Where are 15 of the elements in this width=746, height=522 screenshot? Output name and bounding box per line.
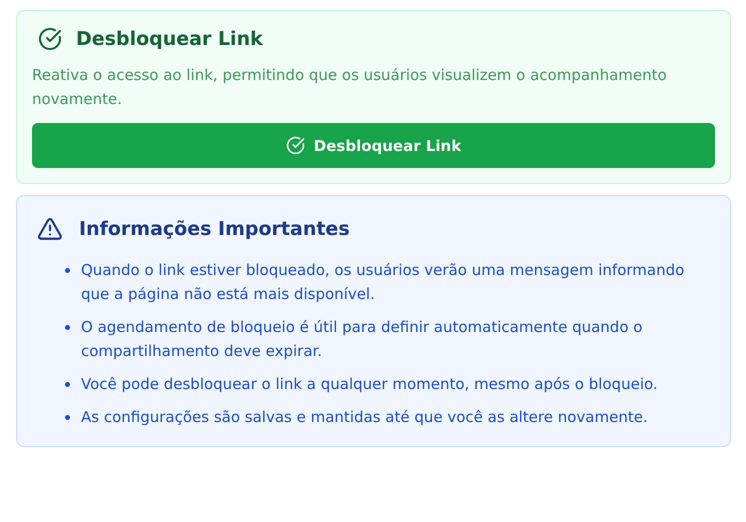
- bullet-icon: [65, 382, 70, 387]
- card-title: Informações Importantes: [79, 218, 350, 240]
- info-item: O agendamento de bloqueio é útil para definir automaticamente quando o compartilhamento deve expirar.: [81, 317, 644, 362]
- info-item: Quando o link estiver bloqueado, os usuários verão uma mensagem informando que a página não está mais disponível.: [81, 260, 686, 305]
- info-item: As configurações são salvas e mantidas até que você as altere novamente.: [81, 407, 648, 428]
- card-description: Reativa o acesso ao link, permitindo que os usuários visualizem o acompanhamento novamente.: [32, 65, 668, 110]
- bullet-icon: [65, 415, 70, 420]
- check-circle-icon: [286, 136, 305, 155]
- warning-icon: [37, 216, 63, 242]
- bullet-icon: [65, 268, 70, 273]
- info-item: Você pode desbloquear o link a qualquer momento, mesmo após o bloqueio.: [81, 374, 658, 395]
- card-title: Desbloquear Link: [76, 28, 263, 50]
- check-circle-icon: [38, 27, 62, 51]
- bullet-icon: [65, 325, 70, 330]
- unlock-button[interactable]: Desbloquear Link: [32, 123, 715, 168]
